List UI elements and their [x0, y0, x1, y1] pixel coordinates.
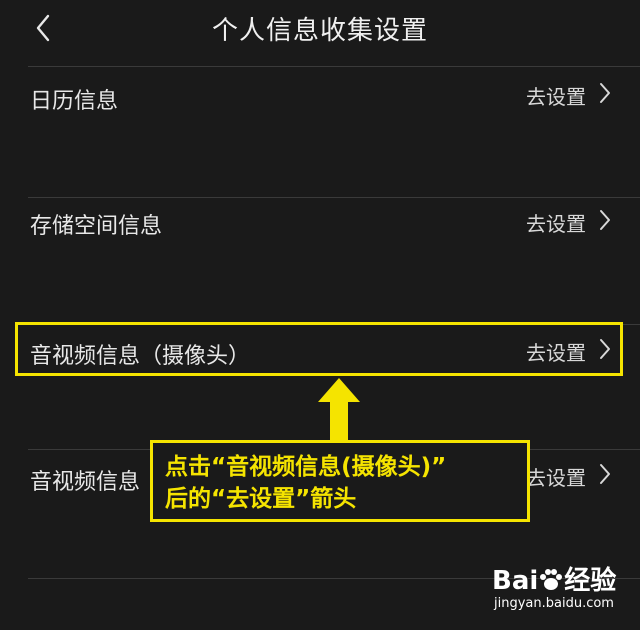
row-label: 存储空间信息	[30, 214, 163, 239]
instruction-callout: 点击“音视频信息(摄像头)” 后的“去设置”箭头	[150, 440, 530, 522]
watermark-url: jingyan.baidu.com	[494, 596, 614, 611]
paw-icon	[540, 569, 563, 590]
row-storage-info[interactable]: 存储空间信息 去设置	[0, 198, 640, 324]
baidu-jingyan-watermark: Bai 经验 jingyan.baidu.com	[492, 560, 632, 620]
chevron-right-icon[interactable]	[598, 209, 612, 231]
go-settings-link[interactable]: 去设置	[526, 81, 586, 110]
row-calendar-info[interactable]: 日历信息 去设置	[0, 67, 640, 197]
callout-line-2: 后的“去设置”箭头	[165, 486, 357, 512]
callout-line-1: 点击“音视频信息(摄像头)”	[165, 454, 447, 480]
go-settings-link[interactable]: 去设置	[526, 462, 586, 491]
highlight-box	[15, 322, 623, 376]
row-label: 音视频信息	[30, 470, 141, 495]
row-label: 日历信息	[30, 89, 119, 114]
up-arrow-icon	[318, 378, 360, 440]
go-settings-link[interactable]: 去设置	[526, 208, 586, 237]
top-bar: 个人信息收集设置	[0, 0, 640, 60]
page-title: 个人信息收集设置	[211, 16, 428, 46]
watermark-logo: Bai 经验	[492, 566, 617, 596]
chevron-right-icon[interactable]	[598, 82, 612, 104]
chevron-right-icon[interactable]	[598, 463, 612, 485]
